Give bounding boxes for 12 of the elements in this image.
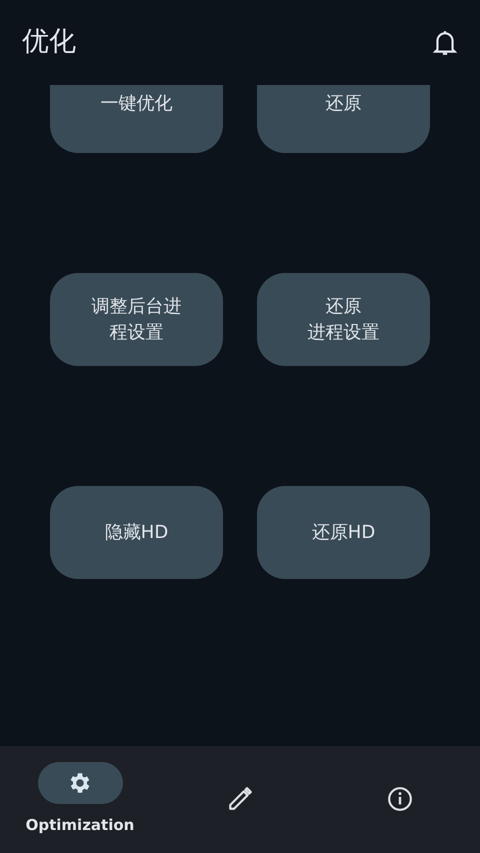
action-button[interactable]: 还原 进程设置 [257,273,430,366]
action-button[interactable]: 隐藏HD [50,486,223,579]
action-button[interactable]: 还原HD [257,486,430,579]
action-button[interactable]: 调整后台进程设置 [50,273,223,366]
pencil-icon [227,786,253,812]
action-button[interactable]: 一键优化 [50,85,223,153]
screen-title: 优化 [22,25,76,60]
info-icon [387,786,413,812]
nav-tab[interactable] [38,762,122,804]
action-button[interactable]: 还原 [257,85,430,153]
nav-label[interactable]: Optimization [26,814,134,836]
notification-icon[interactable] [432,28,458,56]
